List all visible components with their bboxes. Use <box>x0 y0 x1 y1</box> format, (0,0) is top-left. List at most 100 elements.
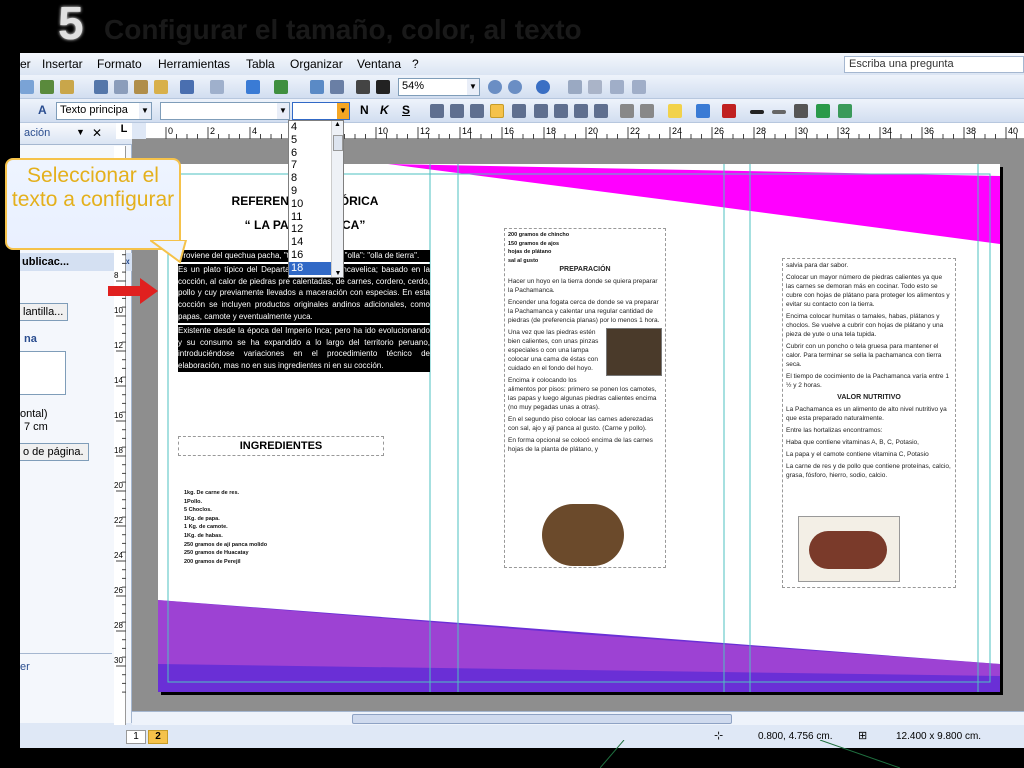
decor-line <box>600 740 625 768</box>
rotate-icon[interactable] <box>274 80 288 94</box>
zoom-combo[interactable]: 54% ▼ <box>398 78 480 96</box>
scroll-thumb[interactable] <box>333 135 343 151</box>
menu-formato[interactable]: Formato <box>97 57 142 71</box>
font-size-option[interactable]: 14 <box>289 236 331 249</box>
insert-table-icon[interactable] <box>310 80 324 94</box>
styles-icon[interactable]: A <box>38 103 47 117</box>
line-color-icon[interactable] <box>696 104 710 118</box>
chevron-down-icon[interactable]: ▼ <box>467 79 479 95</box>
document-canvas[interactable]: REFERENCIA HISTÓRICA “ LA PACHAMANCA” Pr… <box>132 139 1024 711</box>
align-right-icon[interactable] <box>470 104 484 118</box>
font-size-option[interactable]: 4 <box>289 121 331 134</box>
font-color-icon[interactable] <box>722 104 736 118</box>
bottom-link[interactable]: er <box>20 661 30 673</box>
dash-style-icon[interactable] <box>772 110 786 114</box>
chevron-down-icon[interactable]: ▼ <box>76 127 85 137</box>
font-size-option[interactable]: 16 <box>289 249 331 262</box>
menu-ventana[interactable]: Ventana <box>357 57 401 71</box>
unlink-icon[interactable] <box>588 80 602 94</box>
template-button[interactable]: lantilla... <box>20 303 69 321</box>
font-size-dropdown[interactable]: 4 5 6 7 8 9 10 11 12 14 16 18 ▲ ▼ <box>288 120 344 278</box>
pilcrow-icon[interactable] <box>376 80 390 94</box>
ingredients-list[interactable]: 1kg. De carne de res. 1Pollo. 5 Choclos.… <box>184 489 424 566</box>
font-size-option[interactable]: 8 <box>289 172 331 185</box>
link-icon[interactable] <box>568 80 582 94</box>
page-1-button[interactable]: 1 <box>126 730 146 744</box>
arrow-style-icon[interactable] <box>794 104 808 118</box>
grow-font-icon[interactable] <box>640 104 654 118</box>
print-preview-icon[interactable] <box>20 80 34 94</box>
paste-icon[interactable] <box>134 80 148 94</box>
underline-button[interactable]: S <box>402 103 410 117</box>
close-icon[interactable]: ✕ <box>92 126 102 140</box>
stones-photo[interactable] <box>606 328 662 377</box>
chevron-down-icon[interactable]: ▼ <box>337 103 349 119</box>
decrease-indent-icon[interactable] <box>574 104 588 118</box>
heading-ingredientes[interactable]: INGREDIENTES <box>178 436 384 456</box>
dish-photo[interactable] <box>798 516 900 582</box>
columns-icon[interactable] <box>356 80 370 94</box>
research-icon[interactable] <box>60 80 74 94</box>
align-left-icon[interactable] <box>430 104 444 118</box>
font-size-option[interactable]: 5 <box>289 134 331 147</box>
text-box-link-icon[interactable] <box>610 80 624 94</box>
line-spacing-icon[interactable] <box>512 104 526 118</box>
bullets-icon[interactable] <box>554 104 568 118</box>
font-size-option[interactable]: 10 <box>289 198 331 211</box>
style-combo[interactable]: Texto principa ▼ <box>56 102 152 120</box>
chevron-down-icon[interactable]: ▼ <box>277 103 289 119</box>
font-size-option[interactable]: 9 <box>289 185 331 198</box>
font-combo[interactable]: ▼ <box>160 102 290 120</box>
redo-icon[interactable] <box>210 80 224 94</box>
chevron-down-icon[interactable]: ▼ <box>139 103 151 119</box>
menu-tabla[interactable]: Tabla <box>246 57 275 71</box>
format-painter-icon[interactable] <box>154 80 168 94</box>
scroll-up-icon[interactable]: ▲ <box>332 121 343 128</box>
cut-icon[interactable] <box>94 80 108 94</box>
horizontal-ruler[interactable]: 0246810121416182022242628303234363840 <box>146 123 1024 139</box>
horizontal-scrollbar[interactable] <box>132 711 1024 725</box>
3d-icon[interactable] <box>838 104 852 118</box>
justify-icon[interactable] <box>490 104 504 118</box>
align-center-icon[interactable] <box>450 104 464 118</box>
zoom-in-icon[interactable] <box>508 80 522 94</box>
help-icon[interactable] <box>536 80 550 94</box>
numbering-icon[interactable] <box>534 104 548 118</box>
scroll-thumb[interactable] <box>352 714 732 724</box>
shrink-font-icon[interactable] <box>620 104 634 118</box>
font-size-option[interactable]: 18 <box>289 261 331 275</box>
help-question-box[interactable]: Escriba una pregunta <box>844 56 1024 73</box>
bold-button[interactable]: N <box>360 103 369 117</box>
pachamanca-photo[interactable] <box>542 504 624 566</box>
font-size-combo[interactable]: ▼ <box>292 102 350 120</box>
page-setup-button[interactable]: o de página. <box>20 443 89 461</box>
italic-button[interactable]: K <box>380 103 389 117</box>
dropdown-scrollbar[interactable]: ▲ ▼ <box>331 121 343 277</box>
menu-organizar[interactable]: Organizar <box>290 57 343 71</box>
undo-icon[interactable] <box>180 80 194 94</box>
text-box-unlink-icon[interactable] <box>632 80 646 94</box>
copy-icon[interactable] <box>114 80 128 94</box>
zoom-out-icon[interactable] <box>488 80 502 94</box>
shadow-icon[interactable] <box>816 104 830 118</box>
font-size-option[interactable]: 6 <box>289 147 331 160</box>
brochure-page[interactable]: REFERENCIA HISTÓRICA “ LA PACHAMANCA” Pr… <box>158 164 1000 692</box>
menu-herramientas[interactable]: Herramientas <box>158 57 230 71</box>
page-size-thumbnail[interactable] <box>20 351 66 395</box>
tab-selector[interactable]: L <box>116 123 132 139</box>
paragraph-history[interactable]: Existente desde la época del Imperio Inc… <box>178 324 430 372</box>
menu-ver[interactable]: er <box>20 57 31 71</box>
bring-front-icon[interactable] <box>246 80 260 94</box>
font-size-option[interactable]: 7 <box>289 159 331 172</box>
line-style-icon[interactable] <box>750 110 764 114</box>
font-size-option[interactable]: 12 <box>289 223 331 236</box>
font-size-option[interactable]: 11 <box>289 211 331 224</box>
menu-help[interactable]: ? <box>412 57 419 71</box>
fill-color-icon[interactable] <box>668 104 682 118</box>
page-2-button[interactable]: 2 <box>148 730 168 744</box>
scroll-down-icon[interactable]: ▼ <box>332 270 344 277</box>
insert-picture-icon[interactable] <box>330 80 344 94</box>
spelling-icon[interactable] <box>40 80 54 94</box>
increase-indent-icon[interactable] <box>594 104 608 118</box>
menu-insertar[interactable]: Insertar <box>42 57 83 71</box>
